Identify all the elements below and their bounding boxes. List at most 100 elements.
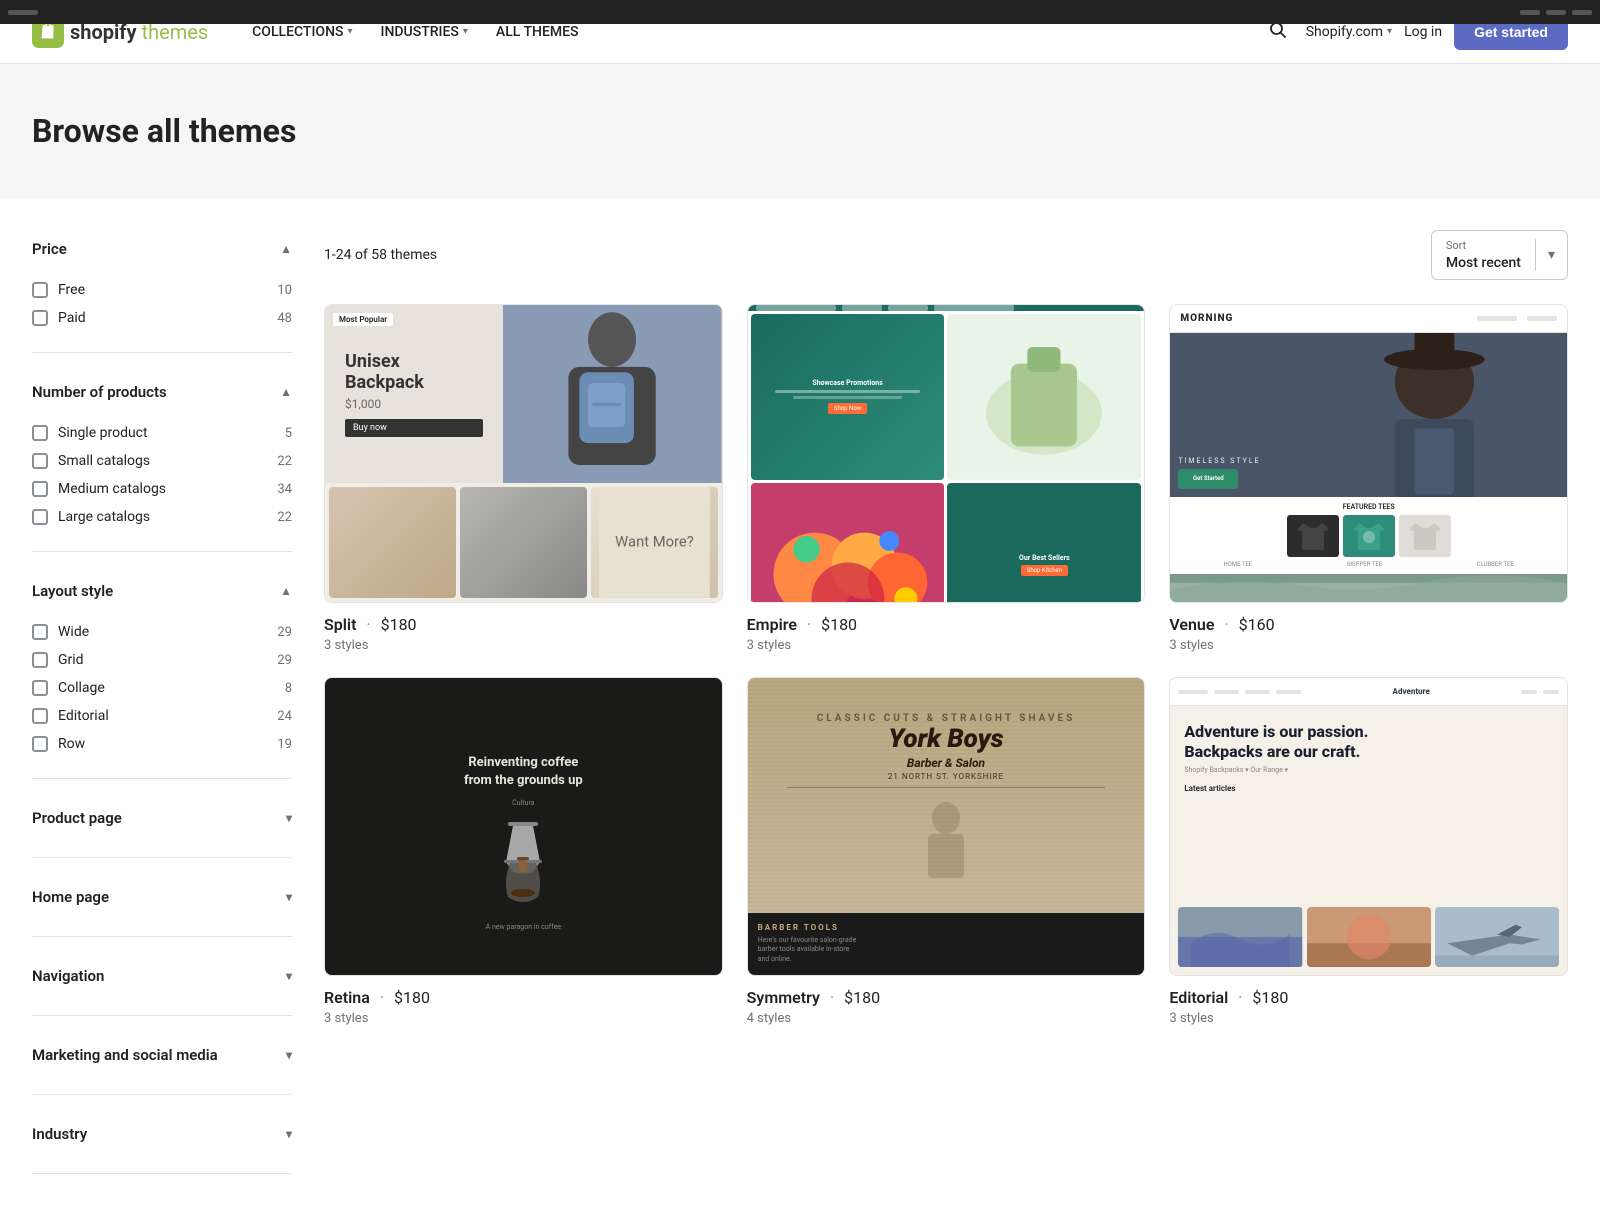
industry-filter-header[interactable]: Industry ▾ xyxy=(32,1115,292,1153)
yorkboys-theme-title: Symmetry xyxy=(747,988,820,1007)
industry-caret-icon: ▾ xyxy=(286,1127,292,1141)
home-page-filter-section: Home page ▾ xyxy=(32,878,292,937)
theme-card-empire[interactable]: Showcase Promotions Shop Now xyxy=(747,304,1146,653)
paid-count: 48 xyxy=(277,311,292,326)
free-label: Free xyxy=(58,282,85,298)
theme-card-yorkboys[interactable]: CLASSIC CUTS & STRAIGHT SHAVES York Boys… xyxy=(747,677,1146,1026)
split-theme-title: Split xyxy=(324,615,356,634)
layout-filter-items: Wide 29 Grid 29 Collage 8 xyxy=(32,610,292,758)
theme-card-split[interactable]: Most Popular UnisexBackpack $1,000 Buy n… xyxy=(324,304,723,653)
tshirt-teal-icon xyxy=(1343,515,1395,557)
sort-label: Sort xyxy=(1446,239,1521,252)
theme-card-coffee[interactable]: Reinventing coffeefrom the grounds up Cu… xyxy=(324,677,723,1026)
yorkboys-theme-price: $180 xyxy=(844,988,880,1007)
grid-label: Grid xyxy=(58,652,84,668)
grid-checkbox[interactable] xyxy=(32,652,48,668)
large-count: 22 xyxy=(277,510,292,525)
medium-checkbox[interactable] xyxy=(32,481,48,497)
editorial-label: Editorial xyxy=(58,708,109,724)
hero-section: Browse all themes xyxy=(0,64,1600,198)
product-page-filter-label: Product page xyxy=(32,809,122,827)
num-products-caret-icon: ▲ xyxy=(280,385,292,399)
paid-checkbox[interactable] xyxy=(32,310,48,326)
layout-caret-icon: ▲ xyxy=(280,584,292,598)
wide-checkbox[interactable] xyxy=(32,624,48,640)
yorkboys-person-silhouette xyxy=(906,798,986,878)
filter-item-collage[interactable]: Collage 8 xyxy=(32,674,292,702)
sidebar: Price ▲ Free 10 Paid 48 xyxy=(32,230,292,1194)
theme-preview-coffee: Reinventing coffeefrom the grounds up Cu… xyxy=(324,677,723,976)
navigation-filter-section: Navigation ▾ xyxy=(32,957,292,1016)
layout-filter-label: Layout style xyxy=(32,582,113,600)
price-filter-caret-icon: ▲ xyxy=(280,242,292,256)
price-filter-header[interactable]: Price ▲ xyxy=(32,230,292,268)
empire-food-image xyxy=(751,483,945,603)
login-link[interactable]: Log in xyxy=(1404,24,1442,40)
large-label: Large catalogs xyxy=(58,509,150,525)
filter-item-editorial[interactable]: Editorial 24 xyxy=(32,702,292,730)
adventure-article3-image xyxy=(1435,907,1559,967)
theme-card-venue[interactable]: MORNING xyxy=(1169,304,1568,653)
num-products-filter-label: Number of products xyxy=(32,383,167,401)
paid-label: Paid xyxy=(58,310,86,326)
home-page-filter-header[interactable]: Home page ▾ xyxy=(32,878,292,916)
filter-item-single[interactable]: Single product 5 xyxy=(32,419,292,447)
product-page-caret-icon: ▾ xyxy=(286,811,292,825)
marketing-filter-label: Marketing and social media xyxy=(32,1046,218,1064)
price-filter-items: Free 10 Paid 48 xyxy=(32,268,292,332)
collage-count: 8 xyxy=(285,681,292,696)
marketing-caret-icon: ▾ xyxy=(286,1048,292,1062)
filter-item-medium[interactable]: Medium catalogs 34 xyxy=(32,475,292,503)
filter-item-free[interactable]: Free 10 xyxy=(32,276,292,304)
theme-card-adventure[interactable]: Adventure Adventure is our passion.Backp… xyxy=(1169,677,1568,1026)
navigation-caret-icon: ▾ xyxy=(286,969,292,983)
price-filter-section: Price ▲ Free 10 Paid 48 xyxy=(32,230,292,353)
large-checkbox[interactable] xyxy=(32,509,48,525)
collage-checkbox[interactable] xyxy=(32,680,48,696)
num-products-filter-header[interactable]: Number of products ▲ xyxy=(32,373,292,411)
product-page-filter-header[interactable]: Product page ▾ xyxy=(32,799,292,837)
theme-preview-venue: MORNING xyxy=(1169,304,1568,603)
home-page-filter-label: Home page xyxy=(32,888,109,906)
marketing-filter-section: Marketing and social media ▾ xyxy=(32,1036,292,1095)
coffee-apparatus-illustration xyxy=(458,817,588,917)
single-checkbox[interactable] xyxy=(32,425,48,441)
venue-theme-title: Venue xyxy=(1169,615,1214,634)
adventure-theme-price: $180 xyxy=(1252,988,1288,1007)
marketing-filter-header[interactable]: Marketing and social media ▾ xyxy=(32,1036,292,1074)
filter-item-paid[interactable]: Paid 48 xyxy=(32,304,292,332)
themes-content: 1-24 of 58 themes Sort Most recent ▾ Mos… xyxy=(324,230,1568,1194)
coffee-theme-title: Retina xyxy=(324,988,370,1007)
svg-text:Want More?: Want More? xyxy=(615,532,694,550)
sort-caret-icon[interactable]: ▾ xyxy=(1535,239,1567,271)
num-products-filter-section: Number of products ▲ Single product 5 Sm… xyxy=(32,373,292,552)
venue-bottom-image xyxy=(1170,574,1567,602)
page-title: Browse all themes xyxy=(32,112,1568,150)
filter-item-grid[interactable]: Grid 29 xyxy=(32,646,292,674)
row-label: Row xyxy=(58,736,85,752)
yorkboys-theme-styles: 4 styles xyxy=(747,1011,880,1026)
small-label: Small catalogs xyxy=(58,453,150,469)
empire-theme-styles: 3 styles xyxy=(747,638,857,653)
empire-theme-price: $180 xyxy=(821,615,857,634)
navigation-filter-label: Navigation xyxy=(32,967,104,985)
empire-theme-title: Empire xyxy=(747,615,797,634)
filter-item-wide[interactable]: Wide 29 xyxy=(32,618,292,646)
backpack-person-illustration xyxy=(503,305,721,483)
shopify-com-link[interactable]: Shopify.com ▾ xyxy=(1306,24,1392,40)
main-content: Price ▲ Free 10 Paid 48 xyxy=(0,198,1600,1226)
layout-filter-header[interactable]: Layout style ▲ xyxy=(32,572,292,610)
filter-item-large[interactable]: Large catalogs 22 xyxy=(32,503,292,531)
venue-theme-styles: 3 styles xyxy=(1169,638,1274,653)
editorial-checkbox[interactable] xyxy=(32,708,48,724)
sort-dropdown[interactable]: Sort Most recent ▾ xyxy=(1431,230,1568,280)
row-count: 19 xyxy=(277,737,292,752)
row-checkbox[interactable] xyxy=(32,736,48,752)
split-theme-styles: 3 styles xyxy=(324,638,417,653)
filter-item-row[interactable]: Row 19 xyxy=(32,730,292,758)
filter-item-small[interactable]: Small catalogs 22 xyxy=(32,447,292,475)
price-filter-label: Price xyxy=(32,240,67,258)
free-checkbox[interactable] xyxy=(32,282,48,298)
navigation-filter-header[interactable]: Navigation ▾ xyxy=(32,957,292,995)
small-checkbox[interactable] xyxy=(32,453,48,469)
